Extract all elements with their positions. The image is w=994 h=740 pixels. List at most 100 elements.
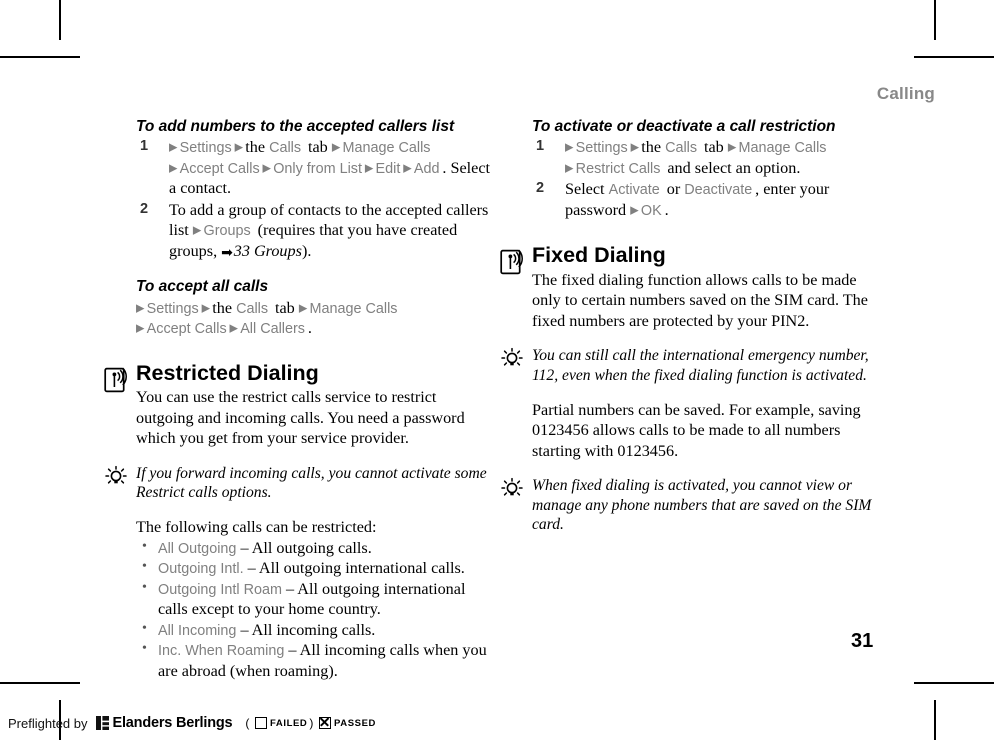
tip-text: When fixed dialing is activated, you can… bbox=[532, 477, 872, 534]
list-item: • Outgoing Intl. – All outgoing internat… bbox=[136, 558, 492, 578]
menu-path-arrow-icon: ▶ bbox=[169, 141, 180, 154]
ui-term: Calls bbox=[665, 140, 700, 157]
tip-bulb-icon bbox=[501, 348, 523, 366]
menu-path-arrow-icon: ▶ bbox=[234, 141, 246, 154]
tip-note-fixed-dialing-view: When fixed dialing is activated, you can… bbox=[501, 476, 888, 534]
menu-path-arrow-icon: ▶ bbox=[169, 162, 180, 175]
ui-term: Calls bbox=[236, 300, 271, 317]
section-heading: Restricted Dialing bbox=[136, 360, 319, 385]
prose-run: . bbox=[307, 319, 312, 338]
menu-path-accept-all-calls: ▶ Settings ▶ the Calls tab ▶ Manage Call… bbox=[136, 298, 492, 339]
ui-term: Accept Calls bbox=[179, 160, 263, 177]
section-body: The fixed dialing function allows calls … bbox=[532, 270, 868, 330]
ui-term: Manage Calls bbox=[738, 140, 830, 157]
menu-path-arrow-icon: ▶ bbox=[331, 141, 343, 154]
list-item-desc: – All outgoing calls. bbox=[240, 538, 372, 557]
procedure-heading-accept-all-calls: To accept all calls bbox=[136, 278, 269, 296]
section-fixed-dialing: Fixed Dialing The fixed dialing function… bbox=[500, 243, 888, 331]
menu-path-arrow-icon: ▶ bbox=[364, 162, 376, 175]
prose-run: . bbox=[664, 200, 669, 219]
list-item-term: All Incoming bbox=[158, 622, 237, 639]
ui-term: Deactivate bbox=[684, 182, 756, 199]
crop-mark-left-top bbox=[0, 56, 80, 58]
list-item-desc: – All outgoing international calls. bbox=[247, 559, 465, 578]
menu-path-arrow-icon: ▶ bbox=[727, 141, 739, 154]
ui-term: OK bbox=[640, 202, 665, 219]
section-heading: Fixed Dialing bbox=[532, 243, 666, 268]
preflight-footer: Preflighted by Elanders Berlings ( FAILE… bbox=[8, 715, 376, 731]
tip-bulb-icon bbox=[501, 478, 523, 496]
list-item: • Inc. When Roaming – All incoming calls… bbox=[136, 640, 492, 681]
step-number: 1 bbox=[536, 138, 545, 155]
menu-path-arrow-icon: ▶ bbox=[201, 302, 213, 315]
tip-note-restrict: If you forward incoming calls, you canno… bbox=[105, 464, 492, 503]
restricted-list-intro: The following calls can be restricted: bbox=[136, 518, 377, 537]
step-text: Select Activate or Deactivate , enter yo… bbox=[565, 180, 829, 218]
crop-mark-left-bottom bbox=[0, 682, 80, 684]
open-paren: ( bbox=[245, 716, 251, 730]
ui-term: Only from List bbox=[273, 160, 365, 177]
prose-run: tab bbox=[270, 298, 299, 317]
page-number: 31 bbox=[851, 630, 874, 652]
crop-mark-bottom-right bbox=[934, 700, 936, 740]
steps-activate-restriction: 1 ▶ Settings ▶ the Calls tab ▶ Manage Ca… bbox=[532, 137, 888, 220]
ui-term: All Callers bbox=[240, 321, 308, 338]
left-column: To add numbers to the accepted callers l… bbox=[104, 118, 492, 681]
running-head: Calling bbox=[876, 84, 935, 103]
crop-mark-right-top bbox=[914, 56, 994, 58]
manual-page: Calling To add numbers to the accepted c… bbox=[0, 0, 994, 740]
menu-path-arrow-icon: ▶ bbox=[565, 162, 576, 175]
prose-run: Select bbox=[565, 180, 609, 199]
ui-term: Edit bbox=[375, 160, 404, 177]
prose-run: or bbox=[662, 180, 685, 199]
passed-checkbox-icon bbox=[319, 717, 332, 729]
fixed-dialing-partial-numbers: Partial numbers can be saved. For exampl… bbox=[532, 400, 861, 460]
step-item: 2 Select Activate or Deactivate , enter … bbox=[532, 179, 888, 220]
list-item-term: Outgoing Intl Roam bbox=[158, 581, 282, 598]
prose-run: ). bbox=[301, 241, 312, 260]
prose-run: the bbox=[212, 298, 237, 317]
step-item: 1 ▶ Settings ▶ the Calls tab ▶ Manage Ca… bbox=[532, 137, 888, 178]
list-item-term: Outgoing Intl. bbox=[158, 561, 244, 578]
ui-term: Groups bbox=[203, 223, 254, 240]
tip-text: You can still call the international eme… bbox=[532, 347, 869, 384]
list-item: • Outgoing Intl Roam – All outgoing inte… bbox=[136, 579, 492, 620]
passed-label: PASSED bbox=[334, 717, 376, 729]
menu-path-arrow-icon: ▶ bbox=[565, 141, 576, 154]
menu-path-arrow-icon: ▶ bbox=[630, 141, 642, 154]
menu-path-arrow-icon: ▶ bbox=[136, 322, 147, 335]
ui-term: Settings bbox=[575, 140, 631, 157]
list-item-desc: – All incoming calls. bbox=[240, 620, 376, 639]
menu-path-arrow-icon: ▶ bbox=[630, 204, 641, 217]
menu-path-arrow-icon: ▶ bbox=[403, 162, 414, 175]
close-paren: ) bbox=[309, 716, 315, 730]
failed-label: FAILED bbox=[270, 717, 308, 729]
ui-term: Settings bbox=[146, 300, 202, 317]
list-item-term: Inc. When Roaming bbox=[158, 643, 285, 660]
restricted-call-types-list: • All Outgoing – All outgoing calls. • O… bbox=[136, 538, 492, 681]
prose-run: tab bbox=[303, 138, 332, 157]
prose-run: tab bbox=[699, 138, 728, 157]
tip-note-emergency: You can still call the international eme… bbox=[501, 346, 888, 385]
menu-path-arrow-icon: ▶ bbox=[136, 302, 147, 315]
network-service-icon bbox=[104, 367, 127, 392]
step-text: To add a group of contacts to the accept… bbox=[169, 201, 488, 261]
crop-mark-right-bottom bbox=[914, 682, 994, 684]
list-item-term: All Outgoing bbox=[158, 540, 237, 557]
cross-reference-target: 33 Groups bbox=[233, 241, 302, 260]
ui-term: Calls bbox=[269, 140, 304, 157]
tip-bulb-icon bbox=[105, 465, 127, 484]
list-item: • All Incoming – All incoming calls. bbox=[136, 620, 492, 640]
crop-mark-top-left bbox=[59, 0, 61, 40]
ui-term: Accept Calls bbox=[146, 321, 230, 338]
step-text: ▶ Settings ▶ the Calls tab ▶ Manage Call… bbox=[169, 138, 490, 197]
ui-term: Add bbox=[413, 160, 443, 177]
step-item: 1 ▶ Settings ▶ the Calls tab ▶ Manage Ca… bbox=[136, 137, 492, 198]
procedure-heading-activate-restriction: To activate or deactivate a call restric… bbox=[532, 118, 836, 135]
ui-term: Restrict Calls bbox=[575, 160, 664, 177]
ui-term: Activate bbox=[608, 182, 663, 199]
bullet-dot-icon: • bbox=[142, 538, 147, 554]
section-restricted-dialing: Restricted Dialing You can use the restr… bbox=[104, 360, 492, 449]
preflight-brand: Elanders Berlings bbox=[112, 715, 233, 731]
prose-run: the bbox=[245, 138, 270, 157]
